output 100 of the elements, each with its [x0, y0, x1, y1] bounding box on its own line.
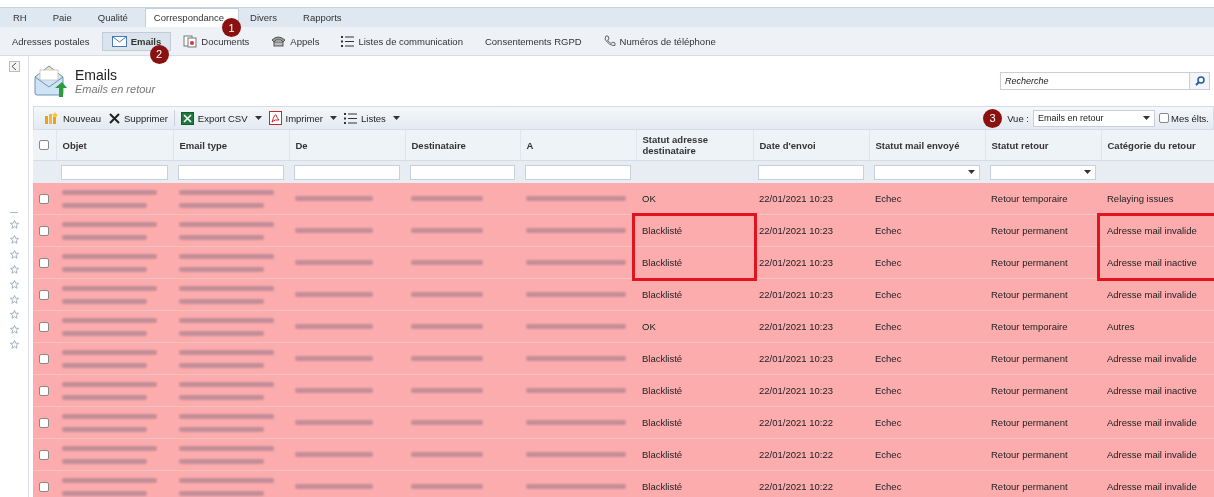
blurred-text: [411, 356, 483, 361]
table-cell: Blacklisté: [636, 374, 753, 407]
blurred-text: [411, 324, 483, 329]
table-cell: Adresse mail invalide: [1101, 470, 1214, 497]
tab[interactable]: Rapports: [294, 8, 357, 27]
column-header[interactable]: Statut retour: [985, 130, 1101, 161]
column-header[interactable]: De: [289, 130, 405, 161]
star-icon[interactable]: [9, 340, 19, 349]
column-header[interactable]: Statut mail envoyé: [869, 130, 985, 161]
row-checkbox[interactable]: [39, 193, 49, 204]
column-header[interactable]: Date d'envoi: [753, 130, 869, 161]
caret-icon: [330, 116, 337, 120]
blurred-text: [411, 228, 483, 233]
caret-icon: [968, 170, 975, 174]
filter-field[interactable]: [294, 164, 400, 180]
table-cell: 22/01/2021 10:23: [753, 246, 869, 279]
table-cell: Blacklisté: [636, 470, 753, 497]
row-checkbox[interactable]: [39, 449, 49, 460]
table-cell: Echec: [869, 374, 985, 407]
tab[interactable]: Qualité: [88, 8, 143, 27]
subtab[interactable]: Listes de communication: [331, 31, 473, 51]
star-icon[interactable]: [9, 235, 19, 244]
table-cell: Echec: [869, 278, 985, 311]
filter-field[interactable]: [178, 164, 284, 180]
tab[interactable]: RH: [4, 8, 42, 27]
phone-icon: [271, 35, 287, 47]
star-icon[interactable]: [9, 220, 19, 229]
delete-icon: [109, 112, 121, 124]
table-cell: Blacklisté: [636, 246, 753, 279]
column-header[interactable]: Email type: [173, 130, 289, 161]
blurred-text: [411, 292, 483, 297]
checkbox-label: Mes élts.: [1171, 112, 1209, 124]
filter-field[interactable]: [61, 164, 168, 180]
row-checkbox[interactable]: [39, 481, 49, 492]
row-checkbox[interactable]: [39, 417, 49, 428]
page-subtitle: Emails en retour: [75, 83, 156, 95]
step-badge: 3: [983, 108, 1003, 128]
subtab[interactable]: Numéros de téléphone: [593, 31, 726, 51]
star-icon[interactable]: [9, 310, 19, 319]
table-cell: Retour permanent: [985, 278, 1101, 311]
subtab[interactable]: Appels: [261, 31, 330, 51]
tab[interactable]: Paie: [43, 8, 87, 27]
caret-icon: [392, 116, 400, 120]
caret-icon: [1084, 170, 1091, 174]
subtab[interactable]: Consentements RGPD: [474, 31, 592, 51]
toolbar-button[interactable]: Export CSV: [176, 108, 252, 128]
subtab[interactable]: Adresses postales: [2, 31, 100, 51]
table-cell: Blacklisté: [636, 438, 753, 471]
star-icon[interactable]: [9, 325, 19, 334]
row-checkbox[interactable]: [39, 225, 49, 236]
table-cell: Echec: [869, 470, 985, 497]
table-cell: Retour permanent: [985, 374, 1101, 407]
column-header[interactable]: Objet: [56, 130, 173, 161]
filter-field[interactable]: [525, 164, 631, 180]
view-select[interactable]: Emails en retour: [1033, 109, 1155, 127]
toolbar-button[interactable]: Nouveau: [40, 108, 106, 128]
tab[interactable]: Divers: [241, 8, 293, 27]
select-all-checkbox[interactable]: [39, 140, 49, 150]
search-button[interactable]: [1190, 72, 1210, 90]
collapse-button[interactable]: [8, 61, 20, 72]
filter-field[interactable]: [410, 164, 515, 180]
blurred-text: [411, 388, 483, 393]
table-cell: Blacklisté: [636, 342, 753, 375]
toolbar-button[interactable]: Supprimer: [105, 108, 172, 128]
column-header[interactable]: A: [520, 130, 636, 161]
row-checkbox[interactable]: [39, 289, 49, 300]
table-cell: Autres: [1101, 310, 1214, 343]
filter-field[interactable]: [758, 164, 864, 180]
documents-icon: [183, 34, 198, 48]
table-cell: 22/01/2021 10:22: [753, 470, 869, 497]
blurred-text: [411, 420, 483, 425]
new-icon: [44, 111, 59, 125]
table-cell: 22/01/2021 10:23: [753, 374, 869, 407]
column-header[interactable]: Statut adresse destinataire: [636, 130, 753, 161]
row-checkbox[interactable]: [39, 321, 49, 332]
toolbar-button[interactable]: Listes: [340, 108, 390, 128]
star-icon[interactable]: [9, 250, 19, 259]
column-header[interactable]: Catégorie du retour: [1101, 130, 1214, 161]
checkbox[interactable]: [1159, 113, 1169, 123]
row-checkbox[interactable]: [39, 385, 49, 396]
table-cell: 22/01/2021 10:23: [753, 310, 869, 343]
star-icon[interactable]: [9, 265, 19, 274]
table-cell: Retour permanent: [985, 470, 1101, 497]
table-cell: Adresse mail inactive: [1101, 246, 1214, 279]
table-cell: Adresse mail invalide: [1101, 342, 1214, 375]
subtab[interactable]: Emails: [101, 31, 172, 51]
blurred-text: [411, 260, 483, 265]
column-header[interactable]: Destinataire: [405, 130, 520, 161]
table-cell: Echec: [869, 438, 985, 471]
table-cell: OK: [636, 310, 753, 343]
star-icon[interactable]: [9, 280, 19, 289]
search-field[interactable]: Recherche: [1000, 72, 1190, 90]
star-icon[interactable]: [9, 295, 19, 304]
blurred-text: [411, 484, 483, 489]
row-checkbox[interactable]: [39, 353, 49, 364]
table-cell: Retour permanent: [985, 406, 1101, 439]
caret-icon: [1143, 116, 1150, 120]
caret-icon: [254, 116, 262, 120]
row-checkbox[interactable]: [39, 257, 49, 268]
toolbar-button[interactable]: Imprimer: [264, 108, 327, 128]
